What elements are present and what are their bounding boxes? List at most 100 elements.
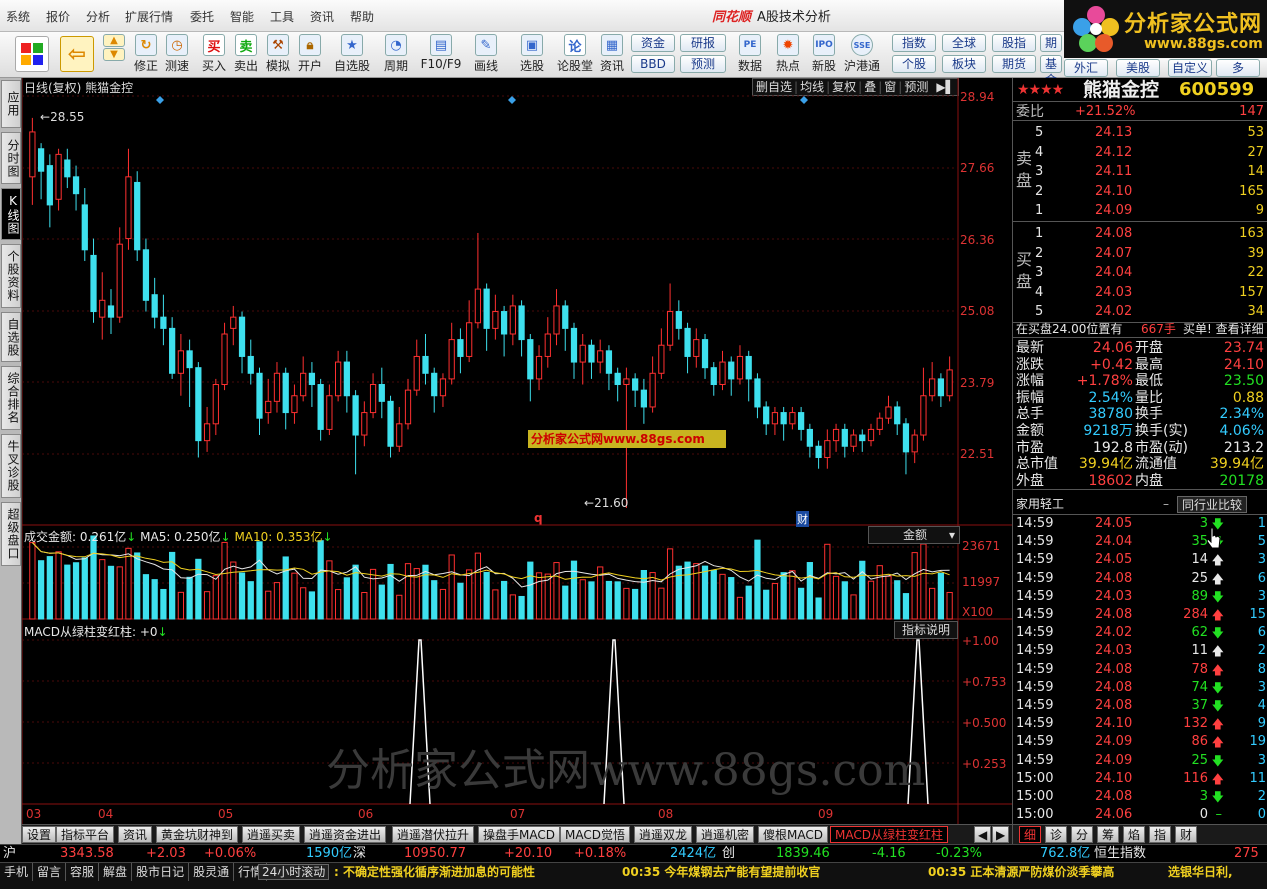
status-diary[interactable]: 股市日记 xyxy=(132,863,190,881)
collapse-icon[interactable]: – xyxy=(1163,495,1169,513)
tick-row[interactable]: 14:59 24.09 86 🡅 19 xyxy=(1013,733,1267,751)
tick-row[interactable]: 15:00 24.10 116 🡅 11 xyxy=(1013,770,1267,788)
tab-news[interactable]: 资讯 xyxy=(118,826,153,843)
tab-indicator[interactable]: MACD觉悟 xyxy=(560,826,630,843)
index-button[interactable]: 指数 xyxy=(892,34,936,52)
up-down-button[interactable]: ▲ ▼ xyxy=(100,34,128,62)
quote-tab[interactable]: 分 xyxy=(1071,826,1094,843)
sell-button[interactable]: 卖卖出 xyxy=(232,34,260,74)
tick-row[interactable]: 14:5924.0435🡇5 xyxy=(1013,533,1267,551)
sector-button[interactable]: 板块 xyxy=(942,55,986,73)
news-ticker-2[interactable]: 00:35 今年煤钢去产能有望提前收官 xyxy=(622,863,820,881)
hs-index-label[interactable]: 恒生指数 xyxy=(1094,845,1146,862)
sell-level-row[interactable]: 3 24.11 14 xyxy=(1013,163,1267,181)
stock-picker-button[interactable]: ▣ 选股 xyxy=(514,34,550,74)
quote-tab[interactable]: 细 xyxy=(1019,826,1042,843)
open-account-button[interactable]: 🔒︎ 开户 xyxy=(296,34,324,74)
back-button[interactable]: ⇦ xyxy=(58,34,96,73)
menu-tools[interactable]: 工具 xyxy=(270,8,294,25)
status-mobile[interactable]: 手机 xyxy=(0,863,34,881)
stock-index-button[interactable]: 股指 xyxy=(992,34,1036,52)
nav-watchlist[interactable]: 自选股 xyxy=(1,312,21,362)
draw-line-button[interactable]: ✎ 画线 xyxy=(466,34,506,74)
tab-indicator[interactable]: 黄金坑财神到 xyxy=(156,826,239,843)
tick-row[interactable]: 14:59 24.08 25 🡅 6 xyxy=(1013,570,1267,588)
custom-button[interactable]: 自定义 xyxy=(1168,59,1212,77)
us-stock-button[interactable]: 美股 xyxy=(1116,59,1160,77)
tab-scroll-right[interactable]: ▶ xyxy=(992,826,1010,843)
tab-indicator-platform[interactable]: 指标平台 xyxy=(56,826,115,843)
buy-button[interactable]: 买买入 xyxy=(200,34,228,74)
sell-level-row[interactable]: 1 24.09 9 xyxy=(1013,202,1267,220)
ipo-button[interactable]: IPO 新股 xyxy=(808,34,840,74)
industry-compare-button[interactable]: 同行业比较 xyxy=(1177,496,1248,513)
tab-scroll-left[interactable]: ◀ xyxy=(974,826,992,843)
buy-level-row[interactable]: 2 24.07 39 xyxy=(1013,245,1267,263)
sz-index-label[interactable]: 深 xyxy=(353,845,366,862)
forum-button[interactable]: 论论股堂 xyxy=(555,34,595,74)
tick-list[interactable]: 14:5924.053🡇114:5924.0435🡇514:5924.0514🡅… xyxy=(1013,515,1267,825)
nav-super-book[interactable]: 超级盘口 xyxy=(1,502,21,566)
tick-row[interactable]: 14:59 24.05 14 🡅 3 xyxy=(1013,551,1267,569)
buy-level-row[interactable]: 3 24.04 22 xyxy=(1013,264,1267,282)
bbd-button[interactable]: BBD xyxy=(631,55,675,73)
nav-kline[interactable]: K线图 xyxy=(1,188,21,240)
big-order-notice[interactable]: 在买盘24.00位置有 667手 买单! 查看详细 xyxy=(1013,320,1267,338)
watchlist-button[interactable]: ★ 自选股 xyxy=(332,34,372,74)
status-service[interactable]: 容服 xyxy=(66,863,100,881)
tab-indicator[interactable]: 操盘手MACD xyxy=(478,826,560,843)
tab-settings[interactable]: 设置 xyxy=(22,826,57,843)
futures-button[interactable]: 期货 xyxy=(992,55,1036,73)
quote-tab[interactable]: 财 xyxy=(1175,826,1198,843)
tick-row[interactable]: 14:59 24.08 74 🡇 3 xyxy=(1013,679,1267,697)
tick-row[interactable]: 14:59 24.02 62 🡇 6 xyxy=(1013,624,1267,642)
nav-ranking[interactable]: 综合排名 xyxy=(1,366,21,430)
tick-row[interactable]: 14:59 24.08 78 🡅 8 xyxy=(1013,661,1267,679)
tick-row[interactable]: 14:59 24.09 25 🡇 3 xyxy=(1013,752,1267,770)
quote-tab[interactable]: 诊 xyxy=(1045,826,1068,843)
global-button[interactable]: 全球 xyxy=(942,34,986,52)
sell-level-row[interactable]: 4 24.12 27 xyxy=(1013,144,1267,162)
tick-row[interactable]: 14:59 24.08 284 🡅 15 xyxy=(1013,606,1267,624)
news-ticker-3[interactable]: 00:35 正本清源严防煤价淡季攀高 xyxy=(928,863,1114,881)
event-mark-q[interactable]: q xyxy=(534,511,543,525)
tick-row[interactable]: 14:59 24.05 3 🡇 1 xyxy=(1013,515,1267,533)
tab-indicator[interactable]: 傻根MACD xyxy=(758,826,828,843)
news-ticker[interactable]: : 不确定性强化循序渐进加息的可能性 xyxy=(334,863,535,881)
fund-button[interactable]: 资金 xyxy=(631,34,675,52)
menu-news[interactable]: 资讯 xyxy=(310,8,334,25)
industry-name[interactable]: 家用轻工 xyxy=(1016,495,1064,513)
tab-indicator[interactable]: 逍遥潜伏拉升 xyxy=(392,826,475,843)
tab-active-indicator[interactable]: MACD从绿柱变红柱 xyxy=(830,826,948,843)
fx-button[interactable]: 外汇 xyxy=(1064,59,1108,77)
menu-help[interactable]: 帮助 xyxy=(350,8,374,25)
tab-indicator[interactable]: 逍遥买卖 xyxy=(242,826,301,843)
tab-indicator[interactable]: 逍遥双龙 xyxy=(634,826,693,843)
f10-button[interactable]: ▤ F10/F9 xyxy=(418,34,464,71)
data-button[interactable]: PE 数据 xyxy=(734,34,766,74)
sh-index-label[interactable]: 沪 xyxy=(3,845,16,862)
tick-row[interactable]: 14:59 24.10 132 🡅 9 xyxy=(1013,715,1267,733)
buy-level-row[interactable]: 1 24.08 163 xyxy=(1013,225,1267,243)
more-button[interactable]: 多 xyxy=(1216,59,1260,77)
tick-row[interactable]: 14:59 24.03 89 🡇 3 xyxy=(1013,588,1267,606)
fund-mkt-button[interactable]: 基金 xyxy=(1040,55,1062,87)
sell-level-row[interactable]: 5 24.13 53 xyxy=(1013,124,1267,142)
research-button[interactable]: 研报 xyxy=(680,34,726,52)
menu-ext-quote[interactable]: 扩展行情 xyxy=(125,8,173,25)
menu-analysis[interactable]: 分析 xyxy=(86,8,110,25)
simulate-button[interactable]: ⚒ 模拟 xyxy=(264,34,292,74)
hk-connect-button[interactable]: SSE 沪港通 xyxy=(842,34,882,74)
layout-button[interactable] xyxy=(12,34,52,73)
quote-tab[interactable]: 指 xyxy=(1149,826,1172,843)
futures-top-button[interactable]: 期 xyxy=(1040,34,1062,52)
fix-button[interactable]: ↻ 修正 xyxy=(132,34,160,74)
nav-timeshare[interactable]: 分时图 xyxy=(1,132,21,184)
tab-indicator[interactable]: 逍遥资金进出 xyxy=(304,826,387,843)
status-message[interactable]: 留言 xyxy=(33,863,67,881)
volume-type-select[interactable]: 金额 ▾ xyxy=(868,526,960,544)
tick-row[interactable]: 14:59 24.03 11 🡅 2 xyxy=(1013,642,1267,660)
speed-button[interactable]: ◷ 测速 xyxy=(162,34,192,74)
single-stock-button[interactable]: 个股 xyxy=(892,55,936,73)
nav-diagnosis[interactable]: 牛叉诊股 xyxy=(1,434,21,498)
